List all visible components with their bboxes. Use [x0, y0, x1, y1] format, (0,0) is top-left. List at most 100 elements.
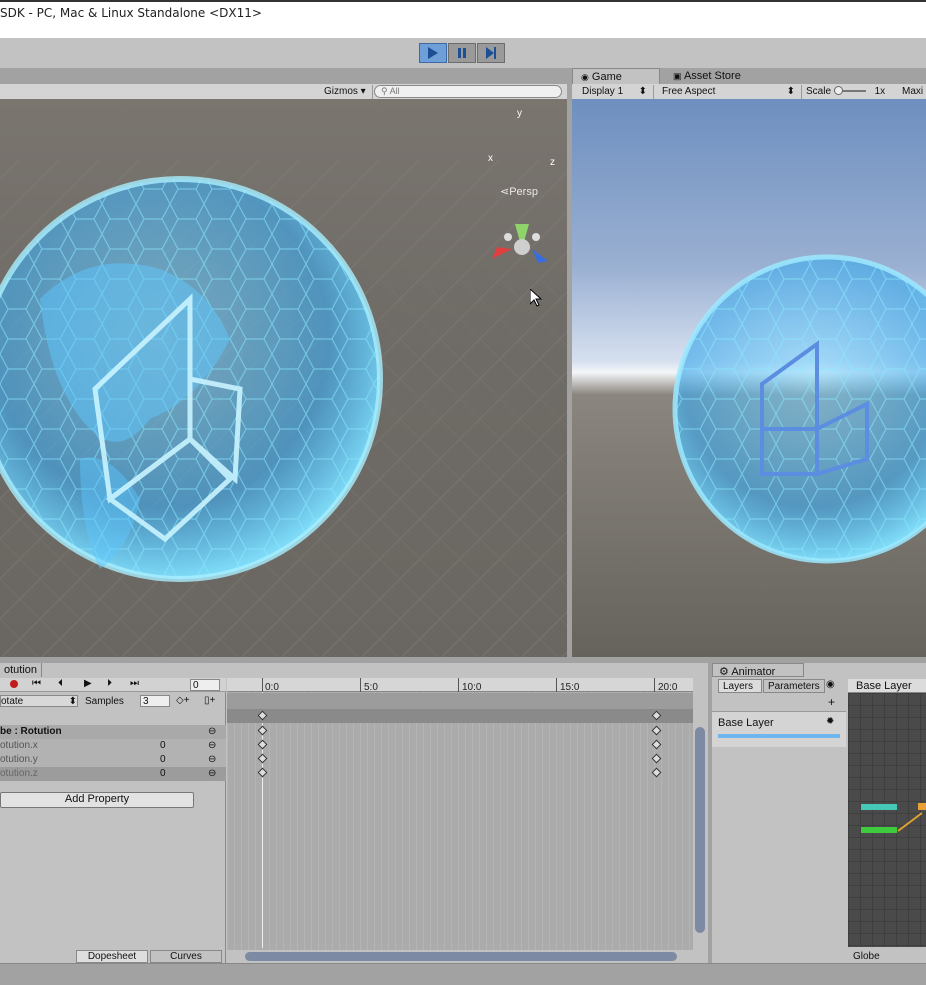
gizmo-y-label: y: [517, 108, 522, 119]
tick-mark: [654, 678, 655, 692]
tab-animation[interactable]: otution: [0, 663, 43, 677]
window-title: SDK - PC, Mac & Linux Standalone <DX11>: [0, 6, 262, 20]
property-name: otution.y: [0, 754, 38, 765]
tick-mark: [458, 678, 459, 692]
maximize-toggle[interactable]: Maxi: [902, 86, 923, 97]
property-name: be : Rotution: [0, 726, 62, 737]
scale-handle[interactable]: [833, 86, 843, 96]
property-row[interactable]: otution.y 0 ⊖: [0, 753, 226, 767]
layer-weight-bar[interactable]: [718, 734, 840, 738]
layer-settings-icon[interactable]: ✹: [826, 716, 834, 727]
tab-parameters[interactable]: Parameters: [763, 679, 825, 693]
graph-breadcrumb[interactable]: Base Layer: [848, 679, 926, 693]
scene-search-placeholder: All: [389, 86, 400, 96]
globe-scene: [0, 176, 383, 582]
first-key-button[interactable]: ⏮: [32, 678, 41, 689]
mouse-cursor-icon: [530, 289, 542, 307]
record-button[interactable]: [10, 680, 18, 688]
state-node[interactable]: [918, 803, 926, 810]
next-key-button[interactable]: ⏵: [107, 678, 112, 689]
vertical-scrollbar[interactable]: [693, 693, 707, 949]
property-value[interactable]: 0: [160, 740, 166, 751]
keyframe[interactable]: [651, 739, 662, 750]
aspect-dropdown[interactable]: Free Aspect ⬍: [656, 85, 802, 99]
any-state-node[interactable]: [861, 804, 897, 810]
keyframe[interactable]: [257, 767, 268, 778]
asset-store-icon: ▣: [673, 71, 682, 81]
animator-tab-label: Animator: [731, 666, 776, 678]
search-icon: ⚲: [381, 86, 388, 96]
prev-key-button[interactable]: ⏴: [58, 678, 63, 689]
keyframe-row[interactable]: [227, 738, 693, 752]
window-titlebar: SDK - PC, Mac & Linux Standalone <DX11>: [0, 0, 926, 38]
property-row[interactable]: otution.x 0 ⊖: [0, 739, 226, 753]
layer-name: Base Layer: [718, 717, 774, 729]
tab-asset-store[interactable]: ▣ Asset Store: [665, 68, 749, 84]
play-anim-button[interactable]: ▶: [84, 678, 92, 689]
property-row[interactable]: be : Rotution ⊖: [0, 725, 226, 739]
keyframe[interactable]: [257, 753, 268, 764]
pause-button[interactable]: [448, 43, 476, 63]
timeline-ruler[interactable]: 0:0 5:0 10:0 15:0 20:0: [227, 678, 693, 693]
add-property-button[interactable]: Add Property: [0, 792, 194, 808]
entry-node[interactable]: [861, 827, 897, 833]
animation-property-panel: ⏮ ⏴ ▶ ⏵ ⏭ 0 otate ⬍ Samples 3 ◇+ ▯+ be : …: [0, 678, 226, 964]
keyframe[interactable]: [651, 767, 662, 778]
event-track[interactable]: [227, 693, 693, 709]
keyframe-row[interactable]: [227, 752, 693, 766]
scale-slider[interactable]: Scale 1x: [806, 86, 885, 97]
property-value[interactable]: 0: [160, 754, 166, 765]
samples-input[interactable]: 3: [140, 695, 170, 707]
eye-icon[interactable]: ◉: [826, 679, 842, 693]
tick-mark: [556, 678, 557, 692]
animator-graph[interactable]: [848, 693, 926, 947]
keyframe[interactable]: [257, 710, 268, 721]
persp-icon: ⋖: [500, 186, 510, 198]
scale-track: [833, 86, 866, 96]
keyframe[interactable]: [651, 753, 662, 764]
add-event-button[interactable]: ▯+: [204, 695, 215, 706]
add-layer-button[interactable]: +: [828, 695, 835, 709]
add-keyframe-button[interactable]: ◇+: [176, 695, 190, 706]
tick-label: 5:0: [364, 682, 378, 693]
keyframe[interactable]: [651, 725, 662, 736]
scene-viewport[interactable]: y x z ⋖Persp: [0, 99, 567, 657]
keyframe[interactable]: [257, 739, 268, 750]
gizmo-z-label: z: [550, 157, 555, 168]
scrollbar-thumb[interactable]: [695, 727, 705, 933]
remove-property-icon[interactable]: ⊖: [208, 754, 216, 765]
curves-button[interactable]: Curves: [150, 950, 222, 963]
play-icon: [428, 47, 438, 59]
display-dropdown[interactable]: Display 1 ⬍: [576, 85, 654, 99]
tab-animator[interactable]: ⚙ Animator: [712, 663, 804, 678]
step-icon: [486, 47, 496, 59]
scene-search-input[interactable]: ⚲ All: [374, 85, 562, 98]
keyframe-row[interactable]: [227, 724, 693, 738]
dopesheet-button[interactable]: Dopesheet: [76, 950, 148, 963]
layer-item[interactable]: Base Layer ✹: [712, 711, 846, 747]
aspect-label: Free Aspect: [662, 86, 716, 97]
tab-game[interactable]: ◉ Game: [572, 68, 660, 84]
h-scrollbar-thumb[interactable]: [245, 952, 677, 961]
maximize-label: Maxi: [902, 86, 924, 97]
gizmos-dropdown[interactable]: Gizmos ▾: [318, 85, 373, 99]
frame-input[interactable]: 0: [190, 679, 220, 691]
property-row[interactable]: otution.z 0 ⊖: [0, 767, 226, 781]
persp-label[interactable]: ⋖Persp: [500, 185, 538, 198]
keyframe-row[interactable]: [227, 766, 693, 780]
keyframe-row[interactable]: [227, 709, 693, 723]
remove-property-icon[interactable]: ⊖: [208, 768, 216, 779]
last-key-button[interactable]: ⏭: [130, 678, 139, 689]
play-button[interactable]: [419, 43, 447, 63]
horizontal-scrollbar[interactable]: [227, 950, 693, 963]
remove-property-icon[interactable]: ⊖: [208, 726, 216, 737]
remove-property-icon[interactable]: ⊖: [208, 740, 216, 751]
animator-icon: ⚙: [719, 666, 729, 678]
tab-layers[interactable]: Layers: [718, 679, 762, 693]
game-tab-icon: ◉: [581, 72, 589, 82]
keyframe[interactable]: [257, 725, 268, 736]
clip-dropdown[interactable]: otate ⬍: [0, 695, 78, 707]
keyframe[interactable]: [651, 710, 662, 721]
property-value[interactable]: 0: [160, 768, 166, 779]
step-button[interactable]: [477, 43, 505, 63]
